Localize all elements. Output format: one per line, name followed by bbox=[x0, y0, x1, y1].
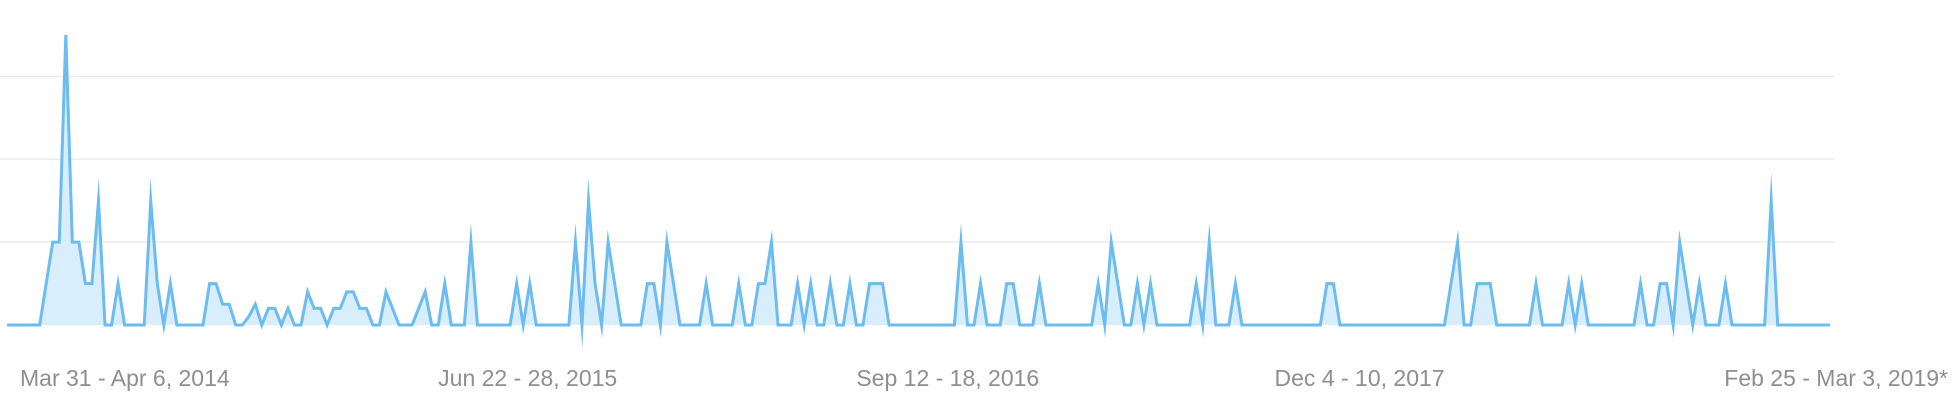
series-line bbox=[7, 34, 1830, 348]
gridlines bbox=[0, 75, 1835, 243]
series-area bbox=[7, 35, 1830, 325]
chart-canvas: Mar 31 - Apr 6, 2014 Jun 22 - 28, 2015 Sep… bbox=[0, 34, 1948, 391]
x-tick-label: Feb 25 - Mar 3, 2019* bbox=[1724, 365, 1948, 391]
x-tick-label: Jun 22 - 28, 2015 bbox=[438, 365, 617, 391]
x-axis-tick-labels: Mar 31 - Apr 6, 2014 Jun 22 - 28, 2015 Sep… bbox=[20, 365, 1948, 391]
x-tick-label: Mar 31 - Apr 6, 2014 bbox=[20, 365, 230, 391]
x-tick-label: Sep 12 - 18, 2016 bbox=[856, 365, 1039, 391]
weekly-area-chart: Mar 31 - Apr 6, 2014 Jun 22 - 28, 2015 Sep… bbox=[0, 0, 1956, 412]
series-line-path bbox=[7, 34, 1830, 348]
x-tick-label: Dec 4 - 10, 2017 bbox=[1275, 365, 1445, 391]
area-fill bbox=[7, 35, 1830, 325]
